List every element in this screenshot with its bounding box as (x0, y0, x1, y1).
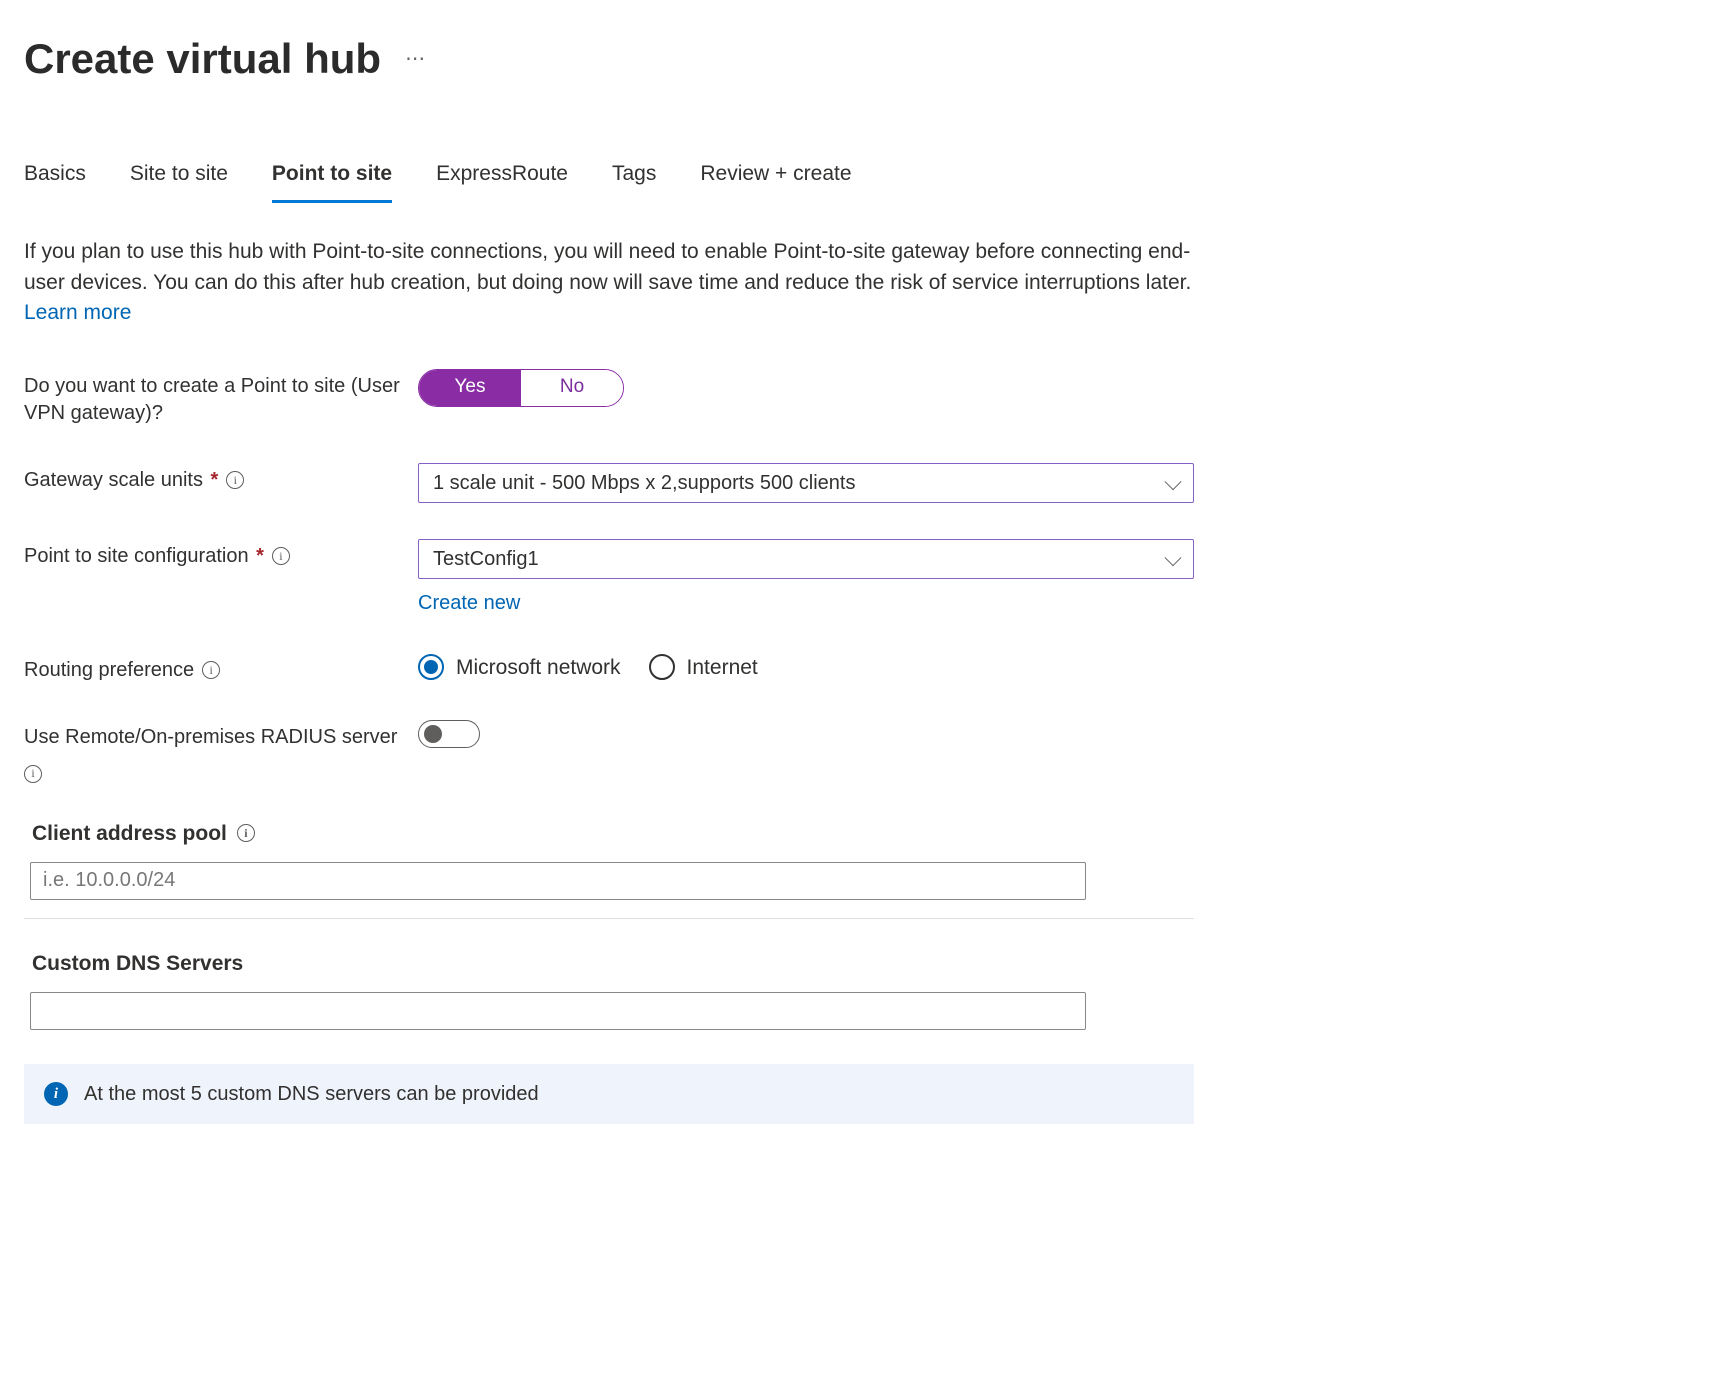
info-icon[interactable]: i (24, 765, 42, 783)
tab-tags[interactable]: Tags (612, 159, 656, 203)
create-p2s-no[interactable]: No (521, 370, 623, 406)
create-p2s-toggle[interactable]: Yes No (418, 369, 624, 407)
p2s-config-dropdown[interactable]: TestConfig1 (418, 539, 1194, 579)
tab-point-to-site[interactable]: Point to site (272, 159, 392, 203)
info-banner-text: At the most 5 custom DNS servers can be … (84, 1080, 539, 1108)
tab-site-to-site[interactable]: Site to site (130, 159, 228, 203)
routing-pref-label: Routing preference (24, 657, 194, 684)
routing-pref-internet-label: Internet (687, 653, 758, 682)
p2s-config-value: TestConfig1 (433, 545, 539, 573)
custom-dns-heading: Custom DNS Servers (32, 949, 243, 978)
tab-expressroute[interactable]: ExpressRoute (436, 159, 568, 203)
tab-review-create[interactable]: Review + create (700, 159, 851, 203)
chevron-down-icon (1165, 549, 1182, 566)
p2s-config-label: Point to site configuration * (24, 543, 264, 570)
tab-bar: Basics Site to site Point to site Expres… (24, 159, 1702, 203)
create-new-link[interactable]: Create new (418, 592, 520, 614)
client-pool-heading: Client address pool (32, 819, 227, 848)
create-p2s-label: Do you want to create a Point to site (U… (24, 373, 418, 427)
info-banner: i At the most 5 custom DNS servers can b… (24, 1064, 1194, 1124)
page-title: Create virtual hub (24, 30, 381, 89)
tab-basics[interactable]: Basics (24, 159, 86, 203)
info-icon[interactable]: i (202, 661, 220, 679)
remote-radius-label: Use Remote/On-premises RADIUS server (24, 724, 397, 751)
more-actions-icon[interactable]: ⋯ (405, 45, 427, 73)
scale-units-label: Gateway scale units * (24, 467, 218, 494)
intro-text: If you plan to use this hub with Point-t… (24, 237, 1194, 328)
divider (24, 918, 1194, 919)
scale-units-value: 1 scale unit - 500 Mbps x 2,supports 500… (433, 469, 855, 497)
routing-pref-ms-radio[interactable]: Microsoft network (418, 653, 621, 682)
custom-dns-input[interactable] (30, 992, 1086, 1030)
info-icon[interactable]: i (226, 471, 244, 489)
chevron-down-icon (1165, 473, 1182, 490)
info-icon[interactable]: i (237, 824, 255, 842)
learn-more-link[interactable]: Learn more (24, 301, 131, 324)
client-pool-input[interactable] (30, 862, 1086, 900)
routing-pref-ms-label: Microsoft network (456, 653, 621, 682)
scale-units-dropdown[interactable]: 1 scale unit - 500 Mbps x 2,supports 500… (418, 463, 1194, 503)
routing-pref-internet-radio[interactable]: Internet (649, 653, 758, 682)
remote-radius-switch[interactable] (418, 720, 480, 748)
create-p2s-yes[interactable]: Yes (419, 370, 521, 406)
info-icon: i (44, 1082, 68, 1106)
switch-knob (424, 725, 442, 743)
intro-body: If you plan to use this hub with Point-t… (24, 240, 1191, 293)
info-icon[interactable]: i (272, 547, 290, 565)
